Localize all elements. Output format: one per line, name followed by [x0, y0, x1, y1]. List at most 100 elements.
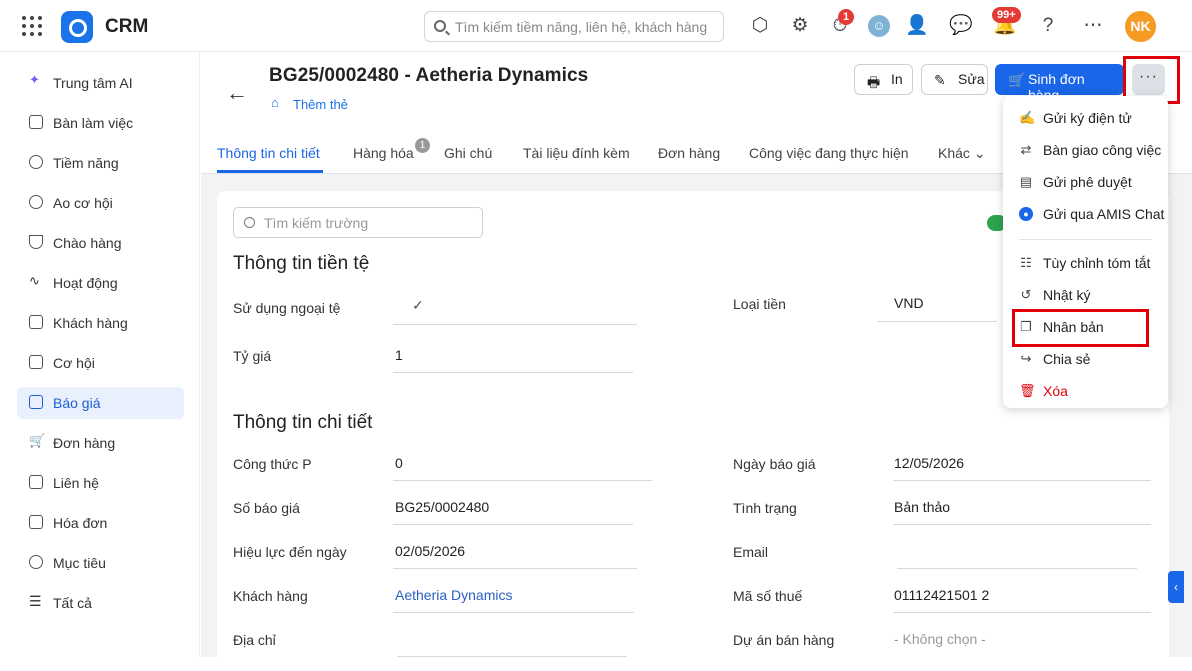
- sidebar-item-desk[interactable]: Bàn làm việc: [17, 107, 184, 139]
- global-search-input[interactable]: Tìm kiếm tiềm năng, liên hệ, khách hàng: [424, 11, 724, 42]
- label-status: Tình trạng: [733, 500, 797, 516]
- user-avatar-icon[interactable]: ☺: [868, 15, 890, 37]
- label-formula: Công thức P: [233, 456, 312, 472]
- amis-chat-icon: ●: [1019, 207, 1033, 221]
- sidebar-item-activities[interactable]: ∿ Hoạt động: [17, 267, 184, 299]
- label-project: Dự án bán hàng: [733, 632, 835, 648]
- print-button[interactable]: 🖶 In: [854, 64, 913, 95]
- avatar[interactable]: NK: [1125, 11, 1156, 42]
- document-approval-icon: ▤: [1019, 174, 1033, 189]
- menu-item-handover[interactable]: ⇄ Bàn giao công việc: [1003, 137, 1168, 165]
- highlight-duplicate-item: [1012, 309, 1149, 347]
- sidebar-item-opportunities[interactable]: Cơ hội: [17, 347, 184, 379]
- home-icon: [29, 115, 43, 129]
- sidebar: ✦ Trung tâm AI Bàn làm việc Tiềm năng Ao …: [0, 52, 200, 657]
- label-address: Địa chỉ: [233, 632, 276, 648]
- tab-attachments[interactable]: Tài liệu đính kèm: [523, 145, 630, 161]
- app-grid-icon[interactable]: [22, 16, 42, 36]
- gear-icon[interactable]: ⚙: [789, 15, 811, 37]
- menu-item-approval[interactable]: ▤ Gửi phê duyệt: [1003, 169, 1168, 197]
- field-valid-until[interactable]: 02/05/2026: [395, 543, 465, 569]
- sidebar-item-goals[interactable]: Mục tiêu: [17, 547, 184, 579]
- menu-item-label: Chia sẻ: [1043, 351, 1091, 367]
- tab-other[interactable]: Khác ⌄: [938, 145, 986, 162]
- edit-label: Sửa: [958, 71, 985, 87]
- menu-item-amis-chat[interactable]: ● Gửi qua AMIS Chat: [1003, 201, 1168, 229]
- sidebar-item-opportunity-pool[interactable]: Ao cơ hội: [17, 187, 184, 219]
- tab-notes[interactable]: Ghi chú: [444, 145, 492, 161]
- menu-item-e-sign[interactable]: ✍ Gửi ký điện tử: [1003, 105, 1168, 133]
- field-tax-code[interactable]: 01112421501 2: [894, 587, 989, 613]
- tab-other-label: Khác: [938, 145, 970, 161]
- sidebar-item-offers[interactable]: Chào hàng: [17, 227, 184, 259]
- notification-badge: 99+: [992, 7, 1021, 23]
- sidebar-item-customers[interactable]: Khách hàng: [17, 307, 184, 339]
- field-status[interactable]: Bản thảo: [894, 499, 950, 525]
- sidebar-item-label: Hoạt động: [53, 275, 118, 291]
- menu-item-share[interactable]: ↪ Chia sẻ: [1003, 346, 1168, 374]
- more-apps-icon[interactable]: ⋯: [1082, 15, 1104, 37]
- chat-icon[interactable]: 💬: [949, 15, 973, 37]
- menu-item-delete[interactable]: 🗑 Xóa: [1003, 378, 1168, 406]
- pencil-icon: ✎: [934, 72, 946, 88]
- sidebar-item-label: Cơ hội: [53, 355, 95, 371]
- tab-goods-badge: 1: [415, 138, 430, 153]
- more-actions-menu: ✍ Gửi ký điện tử ⇄ Bàn giao công việc ▤ Gửi…: [1003, 96, 1168, 408]
- sidebar-item-all[interactable]: ☰ Tất cả: [17, 587, 184, 619]
- label-quote-date: Ngày báo giá: [733, 456, 816, 472]
- printer-icon: 🖶: [867, 74, 881, 90]
- sidebar-item-contacts[interactable]: Liên hệ: [17, 467, 184, 499]
- sidebar-item-leads[interactable]: Tiềm năng: [17, 147, 184, 179]
- sidebar-item-invoices[interactable]: Hóa đơn: [17, 507, 184, 539]
- building-icon: [29, 315, 43, 329]
- checkbox-foreign-currency[interactable]: ✓: [412, 297, 424, 323]
- sidebar-item-label: Hóa đơn: [53, 515, 108, 531]
- invoice-icon: [29, 515, 43, 529]
- sidebar-item-orders[interactable]: 🛒 Đơn hàng: [17, 427, 184, 459]
- trash-icon: 🗑: [1019, 383, 1036, 398]
- search-icon: [244, 217, 255, 228]
- sidebar-item-ai-center[interactable]: ✦ Trung tâm AI: [17, 67, 184, 99]
- chevron-down-icon: ⌄: [973, 145, 986, 161]
- page-title: BG25/0002480 - Aetheria Dynamics: [269, 65, 589, 86]
- crm-logo[interactable]: [61, 11, 93, 43]
- menu-item-history[interactable]: ↺ Nhật ký: [1003, 282, 1168, 310]
- add-tag-link[interactable]: Thêm thẻ: [269, 95, 348, 112]
- back-arrow-icon[interactable]: ←: [226, 80, 248, 106]
- label-rate: Tỷ giá: [233, 348, 272, 364]
- create-order-button[interactable]: 🛒 Sinh đơn hàng: [995, 64, 1124, 103]
- tab-details[interactable]: Thông tin chi tiết: [217, 145, 320, 161]
- field-search-input[interactable]: Tìm kiếm trường: [233, 207, 483, 238]
- label-currency: Loại tiền: [733, 296, 786, 312]
- sidebar-item-label: Khách hàng: [53, 315, 128, 331]
- box-icon[interactable]: ⬡: [749, 15, 771, 37]
- tab-tasks[interactable]: Công việc đang thực hiện: [749, 145, 909, 161]
- field-project[interactable]: - Không chọn -: [894, 631, 986, 657]
- sidebar-item-label: Ao cơ hội: [53, 195, 113, 211]
- field-quote-date[interactable]: 12/05/2026: [894, 455, 964, 481]
- lead-icon: [29, 155, 43, 169]
- field-formula[interactable]: 0: [395, 455, 403, 481]
- field-currency[interactable]: VND: [894, 295, 924, 321]
- sidebar-item-quotes[interactable]: Báo giá: [17, 387, 184, 419]
- field-customer-link[interactable]: Aetheria Dynamics: [395, 587, 513, 613]
- tab-goods[interactable]: Hàng hóa: [353, 145, 414, 161]
- sliders-icon: ☷: [1020, 255, 1032, 270]
- search-icon: [434, 20, 446, 32]
- label-tax-code: Mã số thuế: [733, 588, 803, 604]
- sidebar-item-label: Tiềm năng: [53, 155, 119, 171]
- field-quote-no[interactable]: BG25/0002480: [395, 499, 489, 525]
- tab-orders[interactable]: Đơn hàng: [658, 145, 720, 161]
- collapse-panel-button[interactable]: ‹: [1168, 571, 1184, 603]
- edit-button[interactable]: ✎ Sửa: [921, 64, 988, 95]
- sidebar-item-label: Liên hệ: [53, 475, 99, 491]
- field-rate[interactable]: 1: [395, 347, 403, 373]
- history-icon: ↺: [1020, 287, 1032, 302]
- add-user-icon[interactable]: 👤: [905, 15, 929, 37]
- sidebar-item-label: Tất cả: [53, 595, 92, 611]
- menu-divider: [1019, 239, 1152, 240]
- section-currency: Thông tin tiền tệ: [233, 253, 370, 274]
- sidebar-item-label: Báo giá: [53, 395, 101, 411]
- help-icon[interactable]: ?: [1037, 15, 1059, 37]
- menu-item-customize-summary[interactable]: ☷ Tùy chỉnh tóm tắt: [1003, 250, 1168, 278]
